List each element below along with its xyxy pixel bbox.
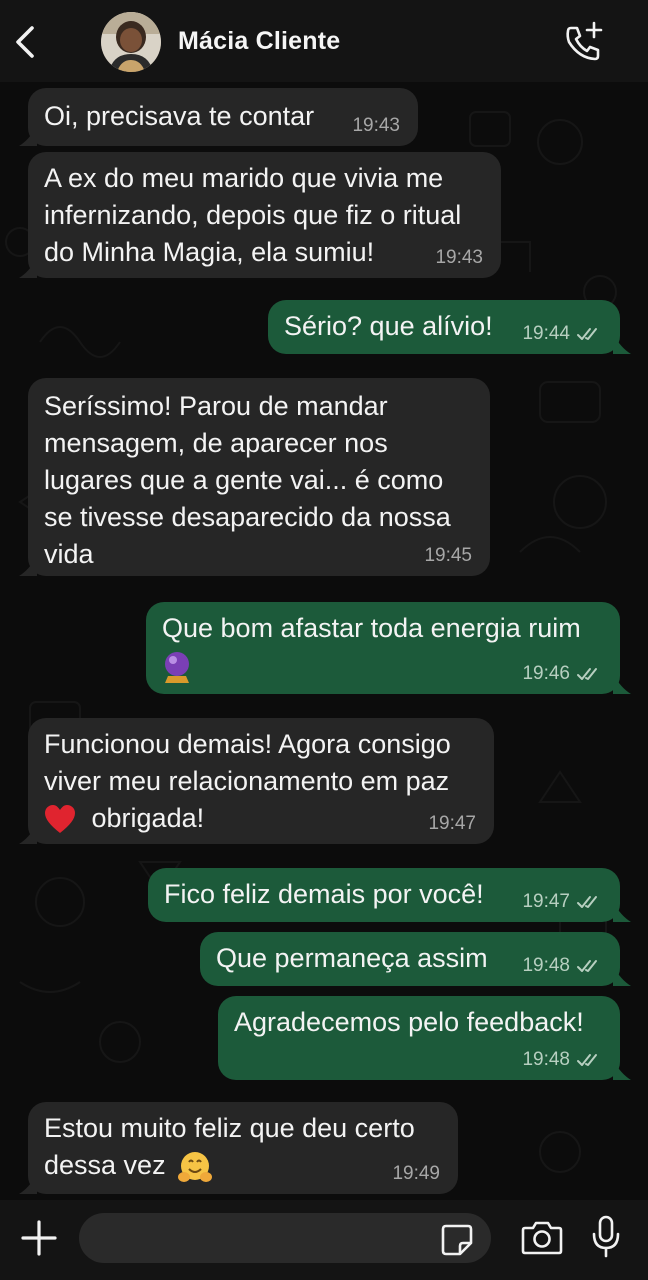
message-text-line: Funcionou demais! Agora consigo	[44, 729, 451, 759]
message-text: obrigada!	[91, 803, 205, 833]
bubble-tail	[613, 674, 631, 694]
chat-header: Mácia Cliente	[0, 0, 648, 82]
read-receipt-icon	[577, 1054, 597, 1066]
read-receipt-icon	[577, 668, 597, 680]
phone-add-icon	[566, 21, 603, 61]
back-button[interactable]	[8, 22, 44, 62]
message-outgoing[interactable]: Agradecemos pelo feedback! 19:48	[218, 996, 631, 1080]
microphone-button[interactable]	[590, 1214, 622, 1260]
bubble-tail	[19, 556, 37, 576]
sticker-button[interactable]	[440, 1223, 474, 1257]
read-receipt-icon	[577, 328, 597, 340]
hugging-face-icon	[178, 1151, 213, 1182]
message-text-line: dessa vez	[44, 1147, 442, 1184]
message-text: Oi, precisava te contar	[44, 101, 315, 131]
message-outgoing[interactable]: Fico feliz demais por você! 19:47	[148, 868, 631, 922]
message-input-box[interactable]	[79, 1213, 491, 1265]
crystal-ball-icon	[165, 651, 189, 683]
message-incoming[interactable]: Seríssimo! Parou de mandar mensagem, de …	[19, 378, 490, 576]
read-receipt-icon	[577, 896, 597, 908]
message-text-line: obrigada!	[44, 800, 478, 837]
avatar[interactable]	[101, 12, 161, 72]
bubble-tail	[613, 334, 631, 354]
message-time: 19:48	[522, 1049, 570, 1070]
attach-button[interactable]	[18, 1217, 60, 1259]
message-text-line: Estou muito feliz que deu certo	[44, 1113, 415, 1143]
message-text-line: viver meu relacionamento em paz	[44, 766, 450, 796]
avatar-photo	[101, 12, 161, 72]
bubble-tail	[19, 126, 37, 146]
read-receipt-icon	[577, 960, 597, 972]
message-input[interactable]	[101, 1213, 435, 1265]
plus-icon	[21, 1220, 57, 1256]
message-text: dessa vez	[44, 1150, 166, 1180]
camera-icon	[521, 1221, 563, 1255]
bubble-tail	[19, 824, 37, 844]
message-time: 19:48	[522, 955, 570, 976]
call-button[interactable]	[561, 20, 607, 64]
message-time: 19:45	[424, 545, 472, 566]
bubble-tail	[613, 902, 631, 922]
message-text: Que bom afastar toda energia ruim	[162, 613, 581, 643]
message-outgoing[interactable]: Que bom afastar toda energia ruim 19:46	[146, 602, 631, 694]
message-outgoing[interactable]: Sério? que alívio! 19:44	[268, 300, 631, 354]
message-time: 19:43	[435, 247, 483, 268]
contact-name[interactable]: Mácia Cliente	[178, 27, 340, 56]
message-time: 19:44	[522, 323, 570, 344]
microphone-icon	[592, 1215, 620, 1258]
message-incoming[interactable]: Oi, precisava te contar 19:43	[19, 88, 418, 146]
message-list[interactable]: Oi, precisava te contar 19:43 A ex do me…	[0, 82, 648, 1200]
message-incoming[interactable]: Funcionou demais! Agora consigo viver me…	[19, 718, 494, 844]
message-text: Agradecemos pelo feedback!	[234, 1007, 584, 1037]
message-time: 19:43	[352, 115, 400, 136]
message-outgoing[interactable]: Que permaneça assim 19:48	[200, 932, 631, 986]
sticker-icon	[441, 1224, 473, 1256]
bubble-tail	[613, 966, 631, 986]
bubble-tail	[613, 1060, 631, 1080]
message-text: A ex do meu marido que vivia me inferniz…	[44, 163, 462, 267]
camera-button[interactable]	[520, 1218, 564, 1258]
composer-bar	[0, 1200, 648, 1280]
message-text: Seríssimo! Parou de mandar mensagem, de …	[44, 391, 451, 569]
message-time: 19:49	[392, 1163, 440, 1184]
message-incoming[interactable]: A ex do meu marido que vivia me inferniz…	[19, 152, 501, 278]
message-time: 19:47	[428, 813, 476, 834]
bubble-tail	[19, 1174, 37, 1194]
red-heart-icon	[45, 804, 75, 833]
message-incoming[interactable]: Estou muito feliz que deu certo dessa ve…	[19, 1102, 458, 1194]
message-time: 19:46	[522, 663, 570, 684]
bubble-tail	[19, 258, 37, 278]
chevron-left-icon	[16, 26, 34, 58]
message-time: 19:47	[522, 891, 570, 912]
